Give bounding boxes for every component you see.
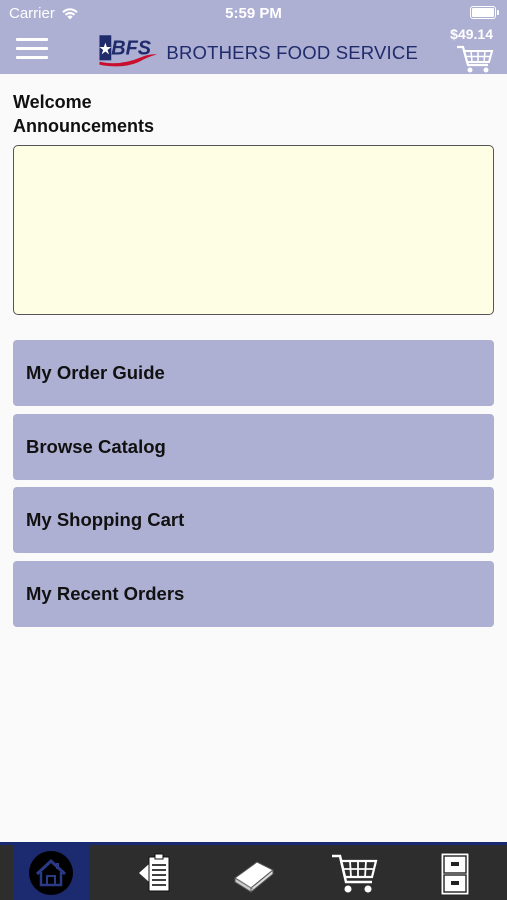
- menu-item-order-guide[interactable]: My Order Guide: [13, 340, 494, 406]
- welcome-heading: Welcome Announcements: [13, 90, 494, 138]
- home-icon: [29, 850, 73, 895]
- tab-order-guide[interactable]: [115, 845, 191, 900]
- order-guide-icon: [139, 853, 170, 891]
- bfs-logo-icon: BFS: [99, 35, 157, 67]
- hamburger-menu-icon[interactable]: [16, 38, 48, 60]
- cabinet-icon: [440, 852, 470, 895]
- cart-icon: [332, 854, 378, 892]
- clock: 5:59 PM: [225, 5, 282, 22]
- cart-total: $49.14: [450, 26, 493, 42]
- main-menu: My Order Guide Browse Catalog My Shoppin…: [13, 340, 494, 627]
- tab-cabinet[interactable]: [417, 845, 493, 900]
- catalog-book-icon: [234, 860, 274, 893]
- menu-item-recent-orders[interactable]: My Recent Orders: [13, 560, 494, 627]
- menu-item-label: My Recent Orders: [26, 582, 185, 604]
- menu-item-label: My Order Guide: [26, 362, 165, 383]
- main-content: Welcome Announcements My Order Guide Bro…: [13, 74, 494, 634]
- announcements-label: Announcements: [13, 116, 155, 136]
- welcome-label: Welcome: [13, 92, 92, 112]
- brand-name: BROTHERS FOOD SERVICE: [166, 42, 418, 63]
- tab-cart[interactable]: [316, 845, 392, 900]
- status-bar: Carrier 5:59 PM: [0, 0, 507, 26]
- menu-item-shopping-cart[interactable]: My Shopping Cart: [13, 487, 494, 553]
- tab-catalog[interactable]: [215, 845, 291, 900]
- brand-logo: BFS BROTHERS FOOD SERVICE: [98, 26, 418, 74]
- tab-home[interactable]: [13, 845, 89, 900]
- menu-item-label: Browse Catalog: [26, 435, 166, 457]
- menu-item-label: My Shopping Cart: [26, 509, 185, 530]
- menu-item-browse-catalog[interactable]: Browse Catalog: [13, 413, 494, 480]
- app-header: BFS BROTHERS FOOD SERVICE $49.14: [0, 26, 507, 74]
- shopping-cart-icon[interactable]: [455, 44, 495, 74]
- announcements-box: [13, 145, 494, 315]
- tab-bar: [0, 842, 507, 900]
- battery-icon: [470, 6, 499, 19]
- svg-text:BFS: BFS: [111, 37, 151, 59]
